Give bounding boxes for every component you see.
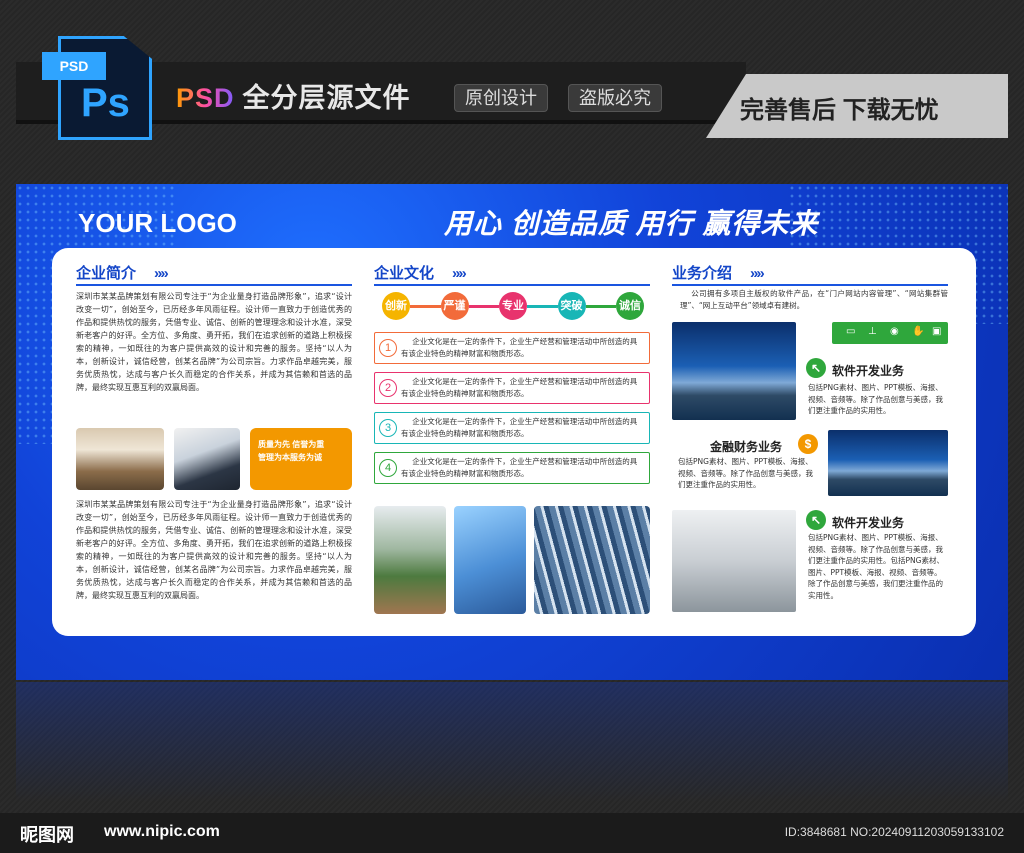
culture-value-badge: 严谨 bbox=[440, 292, 469, 320]
business-title-text: 业务介绍 bbox=[672, 265, 733, 282]
culture-item-text: 企业文化是在一定的条件下，企业生产经营和管理活动中所创造的具有该企业特色的精神财… bbox=[401, 457, 638, 478]
site-url-link[interactable]: www.nipic.com bbox=[104, 823, 220, 841]
business-section-title: 业务介绍 »» bbox=[672, 262, 765, 283]
biz-title-2: 金融财务业务 bbox=[710, 440, 783, 454]
psd-badge: PSD bbox=[42, 52, 106, 80]
value-connector bbox=[585, 304, 616, 308]
culture-item-number: 3 bbox=[379, 419, 397, 437]
value-connector bbox=[468, 304, 499, 308]
board-reflection bbox=[16, 682, 1008, 802]
biz-text-1: 包括PNG素材、图片、PPT模板、海报、视频、音频等。除了作品创意与美感，我们更… bbox=[808, 383, 943, 415]
culture-arrows-icon: »» bbox=[452, 265, 467, 282]
money-bag-icon: $ bbox=[798, 434, 818, 454]
culture-item-number: 4 bbox=[379, 459, 397, 477]
display-board: YOUR LOGO 用心 创造品质 用行 赢得未来 企业简介 »» 深圳市某某品牌… bbox=[16, 184, 1008, 680]
cursor-icon-2: ↖ bbox=[806, 510, 826, 530]
value-connector bbox=[527, 304, 558, 308]
site-name: 昵图网 bbox=[20, 825, 74, 845]
intro-paragraph-1: 深圳市某某品牌策划有限公司专注于“为企业量身打造品牌形象”，追求“设计改变一切”… bbox=[76, 292, 352, 392]
culture-item-text: 企业文化是在一定的条件下，企业生产经营和管理活动中所创造的具有该企业特色的精神财… bbox=[401, 377, 638, 398]
motto-box: 质量为先 信誉为重 管理为本服务为诚 bbox=[250, 428, 352, 490]
culture-underline bbox=[374, 284, 650, 286]
handshake-icon: ✋ bbox=[912, 326, 925, 337]
thumbs-up-photo bbox=[454, 506, 526, 614]
culture-value-badge: 专业 bbox=[499, 292, 527, 320]
culture-item-number: 2 bbox=[379, 379, 397, 397]
intro-section-title: 企业简介 »» bbox=[76, 262, 169, 283]
image-id-text: ID:3848681 NO:20240911203059133102 bbox=[784, 825, 1004, 839]
green-office-photo bbox=[374, 506, 446, 614]
biz-text-2: 包括PNG素材、图片、PPT模板、海报、视频、音频等。除了作品创意与美感，我们更… bbox=[678, 457, 813, 489]
business-underline bbox=[672, 284, 948, 286]
glass-office-photo bbox=[672, 510, 796, 612]
culture-value-badge: 创新 bbox=[382, 292, 410, 320]
business-arrows-icon: »» bbox=[750, 265, 765, 282]
culture-item-text: 企业文化是在一定的条件下，企业生产经营和管理活动中所创造的具有该企业特色的精神财… bbox=[401, 417, 638, 438]
culture-section-title: 企业文化 »» bbox=[374, 262, 467, 283]
business-intro: 公司拥有多项自主版权的软件产品，在“门户网站内容管理”、“网站集群管理”、“网上… bbox=[680, 289, 948, 310]
biz-text-3: 包括PNG素材、图片、PPT模板、海报、视频、音频等。除了作品创意与美感，我们更… bbox=[808, 533, 944, 600]
banner-title-prefix: PSD bbox=[176, 83, 235, 113]
skyscraper-photo bbox=[534, 506, 650, 614]
slogan: 用心 创造品质 用行 赢得未来 bbox=[444, 208, 819, 239]
culture-title-text: 企业文化 bbox=[374, 265, 435, 282]
footer-bar: 昵图网 www.nipic.com ID:3848681 NO:20240911… bbox=[0, 813, 1024, 853]
folder-icon: ▭ bbox=[846, 326, 856, 337]
intro-paragraph-2: 深圳市某某品牌策划有限公司专注于“为企业量身打造品牌形象”，追求“设计改变一切”… bbox=[76, 500, 352, 600]
banner-title-text: 全分层源文件 bbox=[242, 83, 411, 113]
culture-value-badge: 突破 bbox=[557, 292, 586, 320]
value-connector bbox=[410, 304, 441, 308]
office-photo bbox=[76, 428, 164, 490]
biz-title-1: 软件开发业务 bbox=[832, 364, 905, 378]
culture-values-row: 创新 严谨 专业 突破 诚信 bbox=[382, 292, 644, 320]
culture-value-badge: 诚信 bbox=[616, 292, 644, 320]
culture-item: 4 企业文化是在一定的条件下，企业生产经营和管理活动中所创造的具有该企业特色的精神… bbox=[374, 452, 650, 484]
cursor-icon-1: ↖ bbox=[806, 358, 826, 378]
content-panel: 企业简介 »» 深圳市某某品牌策划有限公司专注于“为企业量身打造品牌形象”，追求“… bbox=[52, 248, 976, 636]
computer-icon: ▣ bbox=[932, 326, 942, 337]
icon-toolbar-strip: ▭ ⊥ ◉ ✋ ▣ bbox=[832, 322, 948, 344]
coins-icon: ◉ bbox=[890, 326, 899, 337]
culture-item: 3 企业文化是在一定的条件下，企业生产经营和管理活动中所创造的具有该企业特色的精神… bbox=[374, 412, 650, 444]
ps-logo-text: Ps bbox=[81, 81, 130, 125]
company-logo: YOUR LOGO bbox=[78, 208, 237, 238]
intro-arrows-icon: »» bbox=[154, 265, 169, 282]
tag-piracy-warning: 盗版必究 bbox=[568, 84, 662, 112]
culture-item-number: 1 bbox=[379, 339, 397, 357]
stamp-icon: ⊥ bbox=[868, 326, 877, 337]
tag-original-design: 原创设计 bbox=[454, 84, 548, 112]
meeting-photo bbox=[174, 428, 240, 490]
intro-underline bbox=[76, 284, 352, 286]
banner-after-sales-text: 完善售后 下载无忧 bbox=[740, 97, 939, 124]
culture-item: 1 企业文化是在一定的条件下，企业生产经营和管理活动中所创造的具有该企业特色的精神… bbox=[374, 332, 650, 364]
culture-item-text: 企业文化是在一定的条件下，企业生产经营和管理活动中所创造的具有该企业特色的精神财… bbox=[401, 337, 638, 358]
intro-title-text: 企业简介 bbox=[76, 265, 137, 282]
banner-title: PSD 全分层源文件 bbox=[176, 76, 411, 115]
city-photo-2 bbox=[828, 430, 948, 496]
top-banner: Ps PSD PSD 全分层源文件 原创设计 盗版必究 完善售后 下载无忧 bbox=[16, 36, 1008, 140]
biz-title-3: 软件开发业务 bbox=[832, 516, 905, 530]
culture-item: 2 企业文化是在一定的条件下，企业生产经营和管理活动中所创造的具有该企业特色的精神… bbox=[374, 372, 650, 404]
city-photo-1 bbox=[672, 322, 796, 420]
